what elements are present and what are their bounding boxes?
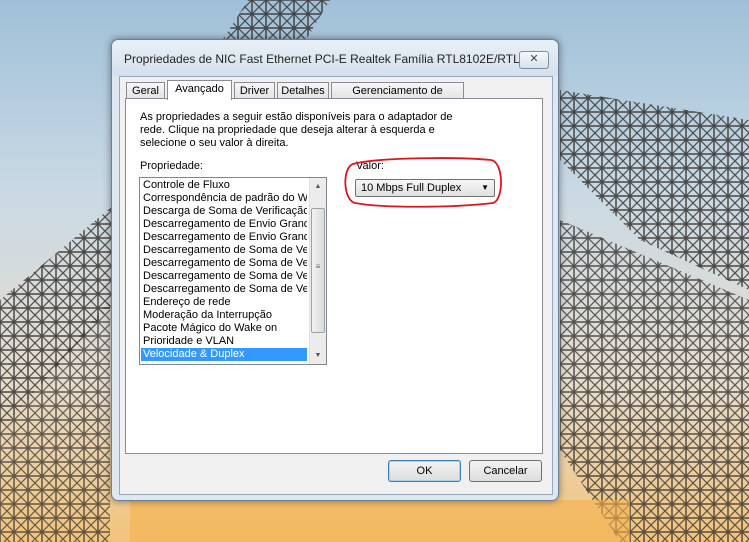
property-list-item[interactable]: Descarregamento de Soma de Verif [141,283,307,296]
tab-detalhes[interactable]: Detalhes [277,82,329,98]
property-list-item[interactable]: Pacote Mágico do Wake on [141,322,307,335]
property-list-scrollbar[interactable]: ▲ ≡ ▼ [309,178,326,364]
property-list-item[interactable]: Velocidade & Duplex [141,348,307,361]
tab-avancado[interactable]: Avançado [167,80,232,100]
scroll-down-arrow-icon[interactable]: ▼ [310,347,326,364]
cancel-button[interactable]: Cancelar [469,460,542,482]
property-list-item[interactable]: Prioridade e VLAN [141,335,307,348]
property-list-item[interactable]: Descarregamento de Soma de Verif [141,244,307,257]
advanced-description: As propriedades a seguir estão disponíve… [140,111,453,149]
property-list-item[interactable]: Descarregamento de Envio Grande [141,231,307,244]
property-list-item[interactable]: Descarregamento de Soma de Verif [141,270,307,283]
tab-geral[interactable]: Geral [126,82,165,98]
value-label: Valor: [356,160,384,172]
dropdown-arrow-icon: ▼ [481,183,489,192]
value-dropdown[interactable]: 10 Mbps Full Duplex ▼ [355,179,495,197]
network-adapter-properties-dialog: Propriedades de NIC Fast Ethernet PCI-E … [111,39,559,501]
close-button[interactable]: ✕ [519,51,549,69]
property-list-item[interactable]: Descarregamento de Soma de Verif [141,257,307,270]
property-list-item[interactable]: Correspondência de padrão do Wake [141,192,307,205]
value-dropdown-selected: 10 Mbps Full Duplex [361,182,462,194]
tab-driver[interactable]: Driver [234,82,275,98]
property-list: Controle de Fluxo Correspondência de padr… [141,179,307,361]
dialog-title: Propriedades de NIC Fast Ethernet PCI-E … [124,52,537,66]
scroll-up-arrow-icon[interactable]: ▲ [310,178,326,195]
property-listbox[interactable]: Controle de Fluxo Correspondência de padr… [139,177,327,365]
property-list-item[interactable]: Descarga de Soma de Verificação [141,205,307,218]
advanced-tab-panel: As propriedades a seguir estão disponíve… [125,98,543,454]
property-list-item[interactable]: Endereço de rede [141,296,307,309]
ok-button[interactable]: OK [388,460,461,482]
property-list-item[interactable]: Moderação da Interrupção [141,309,307,322]
property-list-item[interactable]: Controle de Fluxo [141,179,307,192]
close-icon: ✕ [529,53,539,65]
tab-gerenciamento-de-energia[interactable]: Gerenciamento de Energia [331,82,464,113]
title-bar[interactable]: Propriedades de NIC Fast Ethernet PCI-E … [112,40,558,76]
property-label: Propriedade: [140,160,203,172]
property-list-item[interactable]: Descarregamento de Envio Grande [141,218,307,231]
scroll-thumb[interactable]: ≡ [311,208,325,333]
scroll-grip-icon: ≡ [315,262,321,271]
dialog-client-area: Geral Avançado Driver Detalhes Gerenciam… [119,76,553,495]
